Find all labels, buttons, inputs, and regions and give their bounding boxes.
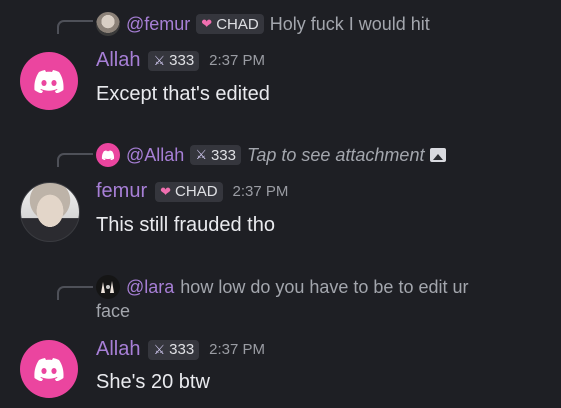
username[interactable]: Allah bbox=[96, 338, 140, 361]
role-badge: ⚔ 333 bbox=[148, 339, 200, 360]
reply-preview[interactable]: @femur ❤ CHAD Holy fuck I would hit bbox=[96, 12, 430, 36]
badge-label: 333 bbox=[169, 52, 195, 69]
message-header: femur ❤ CHAD 2:37 PM bbox=[96, 180, 288, 203]
heart-icon: ❤ bbox=[160, 183, 172, 199]
timestamp: 2:37 PM bbox=[209, 341, 266, 358]
badge-label: CHAD bbox=[216, 15, 259, 33]
discord-icon bbox=[34, 358, 64, 381]
reply-text: how low do you have to be to edit ur bbox=[180, 276, 469, 297]
discord-icon bbox=[34, 70, 64, 93]
reply-username[interactable]: @femur bbox=[126, 14, 190, 35]
timestamp: 2:37 PM bbox=[232, 183, 289, 200]
reply-connector bbox=[57, 20, 93, 34]
role-badge: ⚔ 333 bbox=[190, 145, 241, 165]
discord-icon bbox=[101, 150, 115, 160]
message-text: Except that's edited bbox=[96, 83, 270, 105]
message-header: Allah ⚔ 333 2:37 PM bbox=[96, 49, 265, 72]
heart-icon: ❤ bbox=[201, 16, 213, 31]
hands-icon bbox=[101, 281, 114, 293]
message-header: Allah ⚔ 333 2:37 PM bbox=[96, 338, 265, 361]
role-badge: ❤ CHAD bbox=[155, 181, 223, 202]
reply-text: Holy fuck I would hit bbox=[269, 13, 430, 34]
avatar[interactable] bbox=[20, 182, 80, 242]
reply-connector bbox=[57, 286, 93, 300]
message-text: She's 20 btw bbox=[96, 371, 210, 393]
avatar[interactable] bbox=[20, 52, 78, 110]
role-badge: ❤ CHAD bbox=[196, 14, 264, 34]
reply-preview[interactable]: @Allah ⚔ 333 Tap to see attachment bbox=[96, 143, 447, 167]
reply-username[interactable]: @lara bbox=[126, 277, 174, 298]
reply-avatar bbox=[96, 12, 120, 36]
reply-username[interactable]: @Allah bbox=[126, 145, 184, 166]
username[interactable]: Allah bbox=[96, 49, 140, 72]
sword-icon: ⚔ bbox=[153, 341, 166, 357]
image-icon bbox=[430, 148, 447, 162]
badge-label: CHAD bbox=[175, 183, 218, 200]
sword-icon: ⚔ bbox=[195, 147, 207, 162]
timestamp: 2:37 PM bbox=[209, 52, 266, 69]
reply-connector bbox=[57, 153, 93, 167]
username[interactable]: femur bbox=[96, 180, 147, 203]
badge-label: 333 bbox=[210, 146, 236, 164]
chat-view: @femur ❤ CHAD Holy fuck I would hit Alla… bbox=[0, 0, 561, 408]
sword-icon: ⚔ bbox=[153, 52, 166, 68]
reply-avatar bbox=[96, 143, 120, 167]
reply-preview-continuation: face bbox=[96, 301, 130, 322]
avatar[interactable] bbox=[20, 340, 78, 398]
badge-label: 333 bbox=[169, 341, 195, 358]
reply-preview[interactable]: @lara how low do you have to be to edit … bbox=[96, 275, 468, 299]
reply-text: face bbox=[96, 301, 131, 321]
role-badge: ⚔ 333 bbox=[148, 50, 200, 71]
reply-avatar bbox=[96, 275, 120, 299]
reply-text: Tap to see attachment bbox=[247, 144, 425, 165]
message-text: This still frauded tho bbox=[96, 214, 275, 236]
